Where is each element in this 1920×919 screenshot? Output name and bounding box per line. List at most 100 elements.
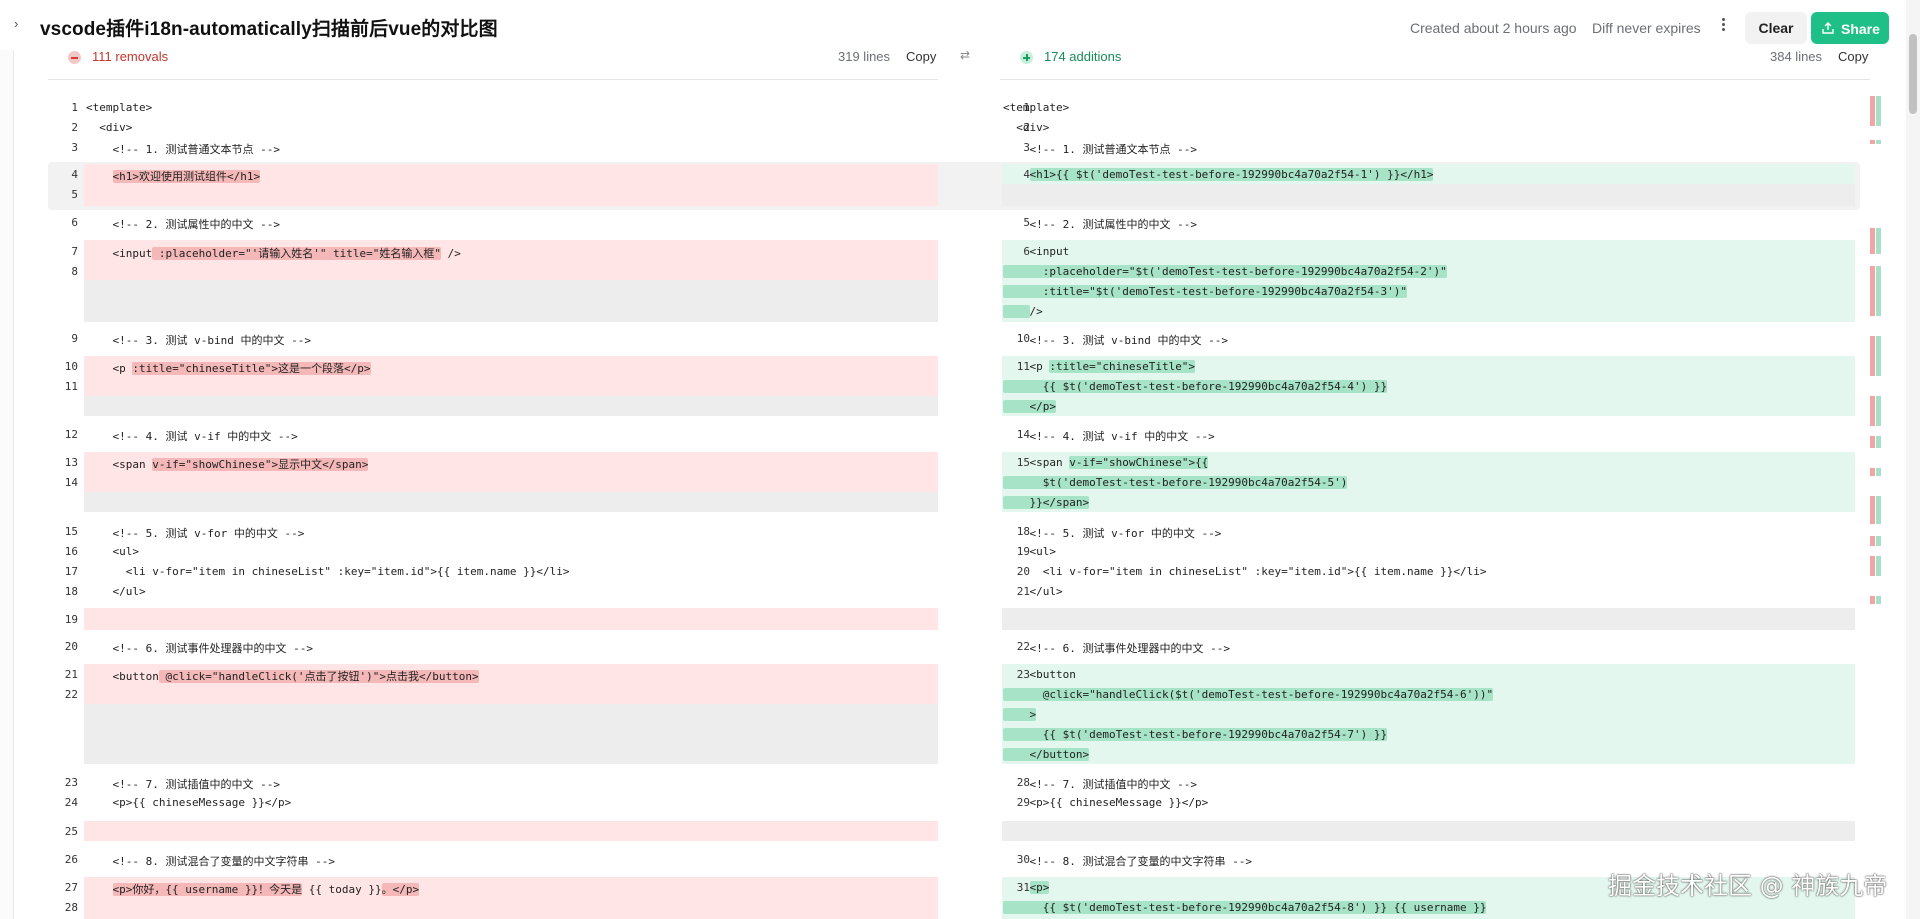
line-number: 24 — [64, 796, 78, 809]
diff-line: 16 <ul> — [48, 543, 938, 559]
removals-summary: 111 removals 319 lines Copy — [48, 50, 938, 80]
diff-line: 28 <!-- 7. 测试插值中的中文 --> — [1000, 774, 1870, 791]
line-number: 13 — [64, 456, 78, 469]
changed-token: <h1>{{ $t('demoTest-test-before-192990bc… — [1029, 168, 1434, 181]
line-number: 1 — [71, 101, 78, 114]
diff-line: 3 <!-- 1. 测试普通文本节点 --> — [1000, 139, 1870, 156]
line-number: 22 — [64, 688, 78, 701]
diff-line: 24 <p>{{ chineseMessage }}</p> — [48, 794, 938, 810]
diff-pane-original: 111 removals 319 lines Copy 1 <template> 2… — [48, 50, 938, 919]
code-text: <!-- 2. 测试属性中的中文 --> — [86, 218, 280, 231]
diff-line: 9 <!-- 3. 测试 v-bind 中的中文 --> — [48, 330, 938, 347]
line-number: 14 — [64, 476, 78, 489]
minimap-removal-mark — [1870, 336, 1875, 376]
minimap-removal-mark — [1870, 496, 1875, 524]
diff-line: 2 <div> — [48, 119, 938, 135]
diff-filler-block — [84, 704, 938, 764]
line-number: 9 — [71, 332, 78, 345]
diff-line: 3 <!-- 1. 测试普通文本节点 --> — [48, 139, 938, 156]
additions-summary: 174 additions 384 lines Copy — [1000, 50, 1870, 80]
diff-line: 16 $t('demoTest-test-before-192990bc4a70… — [1000, 474, 1870, 490]
changed-token: v-if="showChinese">显示中文</span> — [152, 458, 369, 471]
minus-circle-icon — [68, 51, 81, 64]
minimap-addition-mark — [1876, 228, 1881, 254]
changed-token: @click="handleClick('点击了按钮')">点击我</butto… — [158, 670, 479, 683]
plus-circle-icon — [1020, 51, 1033, 64]
line-number: 7 — [71, 245, 78, 258]
diff-line: 14 — [48, 474, 938, 490]
scrollbar[interactable] — [1906, 0, 1920, 919]
diff-filler-block — [1002, 184, 1855, 206]
code-text: <template> — [86, 101, 153, 114]
code-text: <button @click="handleClick('点击了按钮')">点击… — [86, 670, 479, 683]
minimap-addition-mark — [1876, 468, 1881, 476]
diff-line: 20 <!-- 6. 测试事件处理器中的中文 --> — [48, 638, 938, 655]
code-text: {{ $t('demoTest-test-before-192990bc4a70… — [1003, 728, 1388, 741]
created-time: Created about 2 hours ago — [1410, 20, 1577, 36]
diff-line: 15 <!-- 5. 测试 v-for 中的中文 --> — [48, 523, 938, 540]
diff-line: 4 <h1>{{ $t('demoTest-test-before-192990… — [1000, 166, 1870, 182]
code-text: $t('demoTest-test-before-192990bc4a70a2f… — [1003, 476, 1348, 489]
code-text: @click="handleClick($t('demoTest-test-be… — [1003, 688, 1494, 701]
line-number: 5 — [71, 188, 78, 201]
line-number: 26 — [64, 853, 78, 866]
copy-left-button[interactable]: Copy — [906, 50, 936, 64]
line-count: 319 lines — [838, 50, 891, 64]
diff-line: 23 <!-- 7. 测试插值中的中文 --> — [48, 774, 938, 791]
minimap-removal-mark — [1870, 556, 1875, 576]
diff-line: 1 <template> — [48, 99, 938, 115]
swap-icon[interactable]: ⇄ — [960, 48, 974, 62]
line-number: 2 — [71, 121, 78, 134]
diff-line: 13 </p> — [1000, 398, 1870, 414]
more-options-icon[interactable] — [1717, 16, 1729, 34]
minimap-removal-mark — [1870, 140, 1875, 144]
diff-line: 7 <input :placeholder="'请输入姓名'" title="姓… — [48, 243, 938, 260]
diff-filler-block — [84, 396, 938, 416]
page-title: vscode插件i18n-automatically扫描前后vue的对比图 — [40, 19, 498, 40]
diff-line: 30 <!-- 8. 测试混合了变量的中文字符串 --> — [1000, 851, 1870, 868]
changed-token: {{ $t('demoTest-test-before-192990bc4a70… — [1003, 728, 1388, 741]
share-icon — [1822, 22, 1834, 34]
removals-count: 111 removals — [92, 50, 169, 64]
code-text: <div> — [86, 121, 133, 134]
diff-line: 27 </button> — [1000, 746, 1870, 762]
line-number: 27 — [64, 881, 78, 894]
minimap-removal-mark — [1870, 266, 1875, 316]
diff-line: 5 — [48, 186, 938, 202]
code-text: <!-- 5. 测试 v-for 中的中文 --> — [86, 527, 305, 540]
changed-token: {{ $t('demoTest-test-before-192990bc4a70… — [1003, 901, 1487, 914]
diff-line: 22 <!-- 6. 测试事件处理器中的中文 --> — [1000, 638, 1870, 655]
minimap-removal-mark — [1870, 228, 1875, 254]
diff-line: 15 <span v-if="showChinese">{{ — [1000, 454, 1870, 470]
scrollbar-thumb[interactable] — [1909, 34, 1917, 114]
diff-line: 19 <ul> — [1000, 543, 1870, 559]
code-text: :title="$t('demoTest-test-before-192990b… — [1003, 285, 1407, 298]
diff-line: 7 :placeholder="$t('demoTest-test-before… — [1000, 263, 1870, 279]
minimap-addition-mark — [1876, 140, 1881, 144]
code-text: <h1>欢迎使用测试组件</h1> — [86, 168, 261, 184]
chevron-right-icon[interactable]: › — [14, 17, 28, 31]
minimap-removal-mark — [1870, 468, 1875, 476]
code-text: </ul> — [86, 585, 146, 598]
code-text: <p>{{ chineseMessage }}</p> — [86, 796, 292, 809]
expiry-status: Diff never expires — [1592, 20, 1701, 36]
diff-line: 25 — [48, 823, 938, 839]
minimap-addition-mark — [1876, 396, 1881, 426]
changed-token: {{ $t('demoTest-test-before-192990bc4a70… — [1003, 380, 1388, 393]
line-number: 28 — [64, 901, 78, 914]
code-text: <h1>{{ $t('demoTest-test-before-192990bc… — [1003, 168, 1434, 181]
line-number: 3 — [71, 141, 78, 154]
diff-minimap[interactable] — [1870, 96, 1884, 919]
diff-line: 17 <li v-for="item in chineseList" :key=… — [48, 563, 938, 579]
diff-line: 8 — [48, 263, 938, 279]
clear-button[interactable]: Clear — [1745, 12, 1807, 44]
code-text: <!-- 1. 测试普通文本节点 --> — [86, 143, 280, 156]
changed-token: }}</span> — [1003, 496, 1090, 509]
line-number: 25 — [64, 825, 78, 838]
line-number: 12 — [64, 428, 78, 441]
changed-token: :title="chineseTitle"> — [1049, 360, 1196, 373]
copy-right-button[interactable]: Copy — [1838, 50, 1868, 64]
code-text: <input :placeholder="'请输入姓名'" title="姓名输… — [86, 247, 461, 260]
diff-line: 10 <p :title="chineseTitle">这是一个段落</p> — [48, 358, 938, 375]
share-button[interactable]: Share — [1811, 12, 1889, 44]
